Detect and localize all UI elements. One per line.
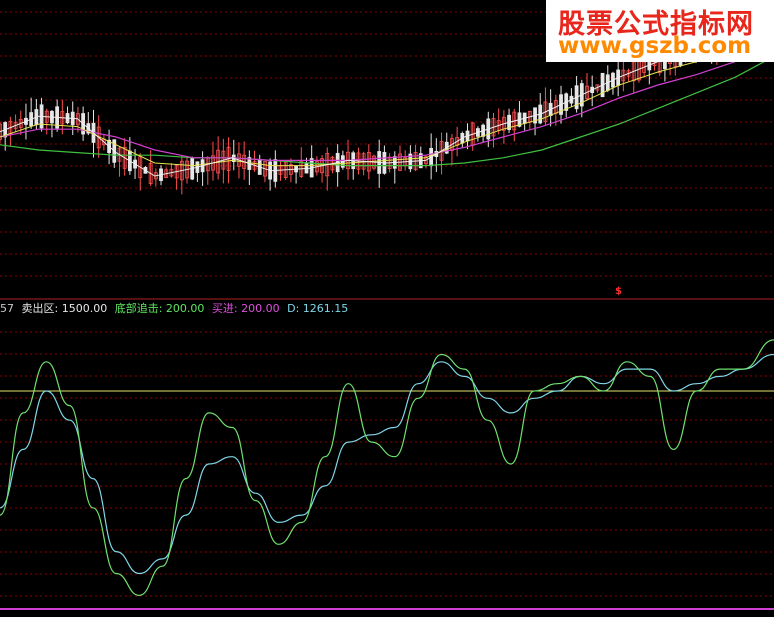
watermark-logo: 股票公式指标网 www.gszb.com bbox=[546, 0, 774, 62]
chart-stage: 57 卖出区: 1500.00 底部追击: 200.00 买进: 200.00 … bbox=[0, 0, 774, 617]
legend-bottom-chase: 底部追击: 200.00 bbox=[114, 302, 205, 315]
legend-d-value: D: 1261.15 bbox=[287, 302, 349, 315]
indicator-legend: 57 卖出区: 1500.00 底部追击: 200.00 买进: 200.00 … bbox=[0, 301, 352, 317]
legend-buy: 买进: 200.00 bbox=[211, 302, 280, 315]
logo-url: www.gszb.com bbox=[558, 33, 752, 59]
legend-sell-zone: 卖出区: 1500.00 bbox=[21, 302, 108, 315]
signal-marker: $ bbox=[615, 286, 622, 297]
oscillator-line bbox=[0, 339, 774, 597]
legend-prefix: 57 bbox=[0, 302, 14, 315]
